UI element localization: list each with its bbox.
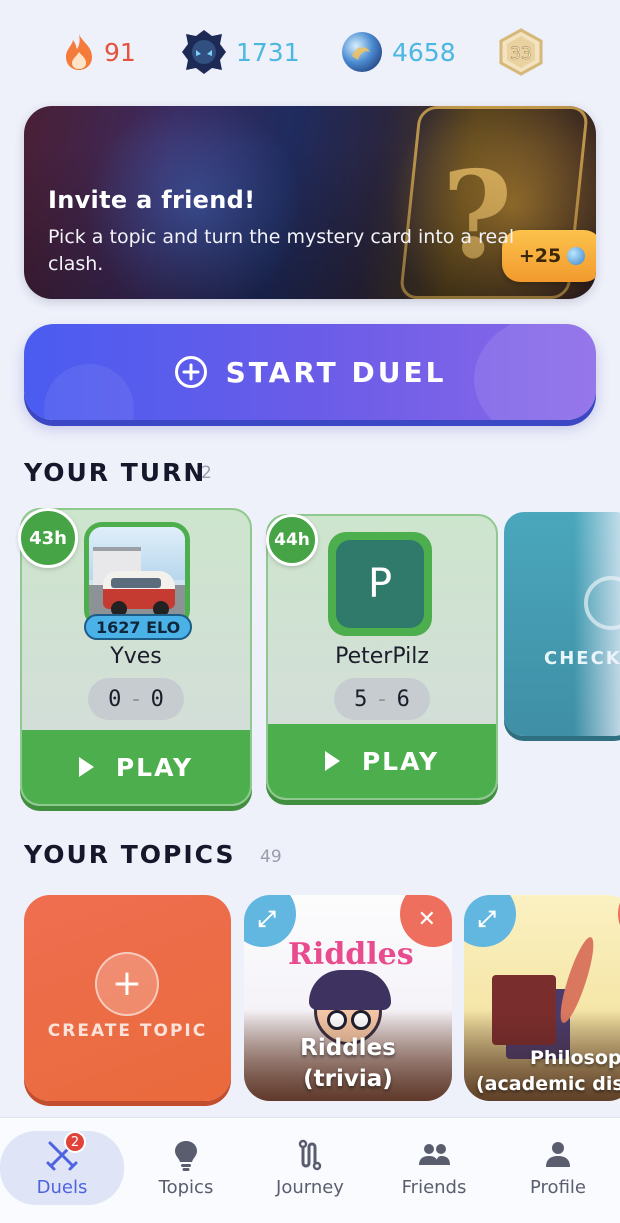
tab-friends[interactable]: Friends <box>372 1131 496 1205</box>
tab-label: Topics <box>158 1177 214 1198</box>
start-duel-button[interactable]: START DUEL <box>24 324 596 420</box>
crossed-swords-icon: ✕ <box>417 907 436 932</box>
invite-friend-banner[interactable]: ? +25 Invite a friend! Pick a topic and … <box>24 106 596 299</box>
level-value: 33 <box>510 44 532 64</box>
rank-emblem-icon <box>182 30 226 74</box>
lightbulb-icon <box>175 1141 197 1171</box>
gem-icon <box>567 247 586 265</box>
topic-card-riddles[interactable]: Riddles ⤢ ✕ Riddles (trivia) <box>244 895 452 1101</box>
opponent-avatar: P <box>328 532 432 636</box>
play-icon <box>78 757 94 777</box>
tab-label: Duels <box>36 1177 88 1198</box>
stats-bar: 91 1731 4658 33 <box>0 0 620 105</box>
person-icon <box>546 1142 570 1167</box>
topic-title-line: Riddles <box>300 1035 396 1061</box>
streak-value: 91 <box>104 37 136 67</box>
your-topics-heading: YOUR TOPICS <box>24 840 236 869</box>
tab-topics[interactable]: Topics <box>124 1131 248 1205</box>
elo-badge: 1627 ELO <box>84 614 193 640</box>
rank-stat[interactable]: 1731 <box>180 28 300 76</box>
plus-circle-icon <box>174 356 207 388</box>
dumbbell-icon: ⤢ <box>478 907 496 932</box>
tab-label: Journey <box>276 1177 344 1198</box>
topic-title: Riddles (trivia) <box>244 1033 452 1095</box>
duels-badge: 2 <box>64 1131 86 1153</box>
turn-timer-badge: 44h <box>266 514 318 566</box>
score-left: 0 <box>108 686 122 712</box>
people-icon <box>419 1144 450 1165</box>
your-turn-heading: YOUR TURN <box>24 458 207 487</box>
tab-duels[interactable]: 2 Duels <box>0 1131 124 1205</box>
plus-icon: + <box>95 952 159 1016</box>
topic-art-title: Riddles <box>288 937 414 972</box>
rank-value: 1731 <box>236 37 300 67</box>
opponent-name: Yves <box>110 644 162 669</box>
tab-label: Friends <box>401 1177 467 1198</box>
flame-icon <box>66 34 92 70</box>
check-duel-card[interactable]: CHECK <box>504 512 620 736</box>
create-topic-label: CREATE TOPIC <box>47 1021 208 1041</box>
level-stat[interactable]: 33 <box>498 28 544 76</box>
opponent-avatar <box>84 522 190 628</box>
gems-stat[interactable]: 4658 <box>340 28 456 76</box>
tab-journey[interactable]: Journey <box>248 1131 372 1205</box>
gems-value: 4658 <box>392 37 456 67</box>
opponent-name: PeterPilz <box>335 644 429 669</box>
play-label: PLAY <box>361 746 440 776</box>
score-left: 5 <box>354 686 368 712</box>
play-button[interactable]: PLAY <box>22 730 250 804</box>
topic-title-line: (academic dis <box>476 1073 620 1095</box>
topic-card-philosophy[interactable]: ⤢ Philosop (academic dis <box>464 895 620 1101</box>
score-right: 6 <box>396 686 410 712</box>
topic-title: Philosop (academic dis <box>476 1045 620 1097</box>
your-topics-count: 49 <box>260 847 282 867</box>
your-turn-count: 2 <box>201 463 212 483</box>
duel-score: 0 - 0 <box>88 678 184 720</box>
score-right: 0 <box>150 686 164 712</box>
play-icon <box>324 751 340 771</box>
create-topic-button[interactable]: + CREATE TOPIC <box>24 895 231 1101</box>
path-icon <box>298 1139 322 1171</box>
level-hexagon-icon: 33 <box>499 28 543 76</box>
streak-stat[interactable]: 91 <box>62 28 136 76</box>
topic-title-line: (trivia) <box>303 1066 393 1092</box>
topic-title-line: Philosop <box>530 1047 620 1069</box>
tab-profile[interactable]: Profile <box>496 1131 620 1205</box>
turn-timer-badge: 43h <box>18 508 78 568</box>
play-label: PLAY <box>115 752 194 782</box>
avatar-letter: P <box>336 540 424 628</box>
gem-orb-icon <box>342 32 382 72</box>
tab-label: Profile <box>530 1177 586 1198</box>
banner-title: Invite a friend! <box>48 186 256 214</box>
bottom-tab-bar: 2 Duels Topics Journey Friends Profile <box>0 1117 620 1223</box>
dumbbell-icon: ⤢ <box>258 907 276 932</box>
play-button[interactable]: PLAY <box>268 724 496 798</box>
start-duel-label: START DUEL <box>225 355 447 389</box>
duel-score: 5 - 6 <box>334 678 430 720</box>
banner-description: Pick a topic and turn the mystery card i… <box>48 226 515 275</box>
